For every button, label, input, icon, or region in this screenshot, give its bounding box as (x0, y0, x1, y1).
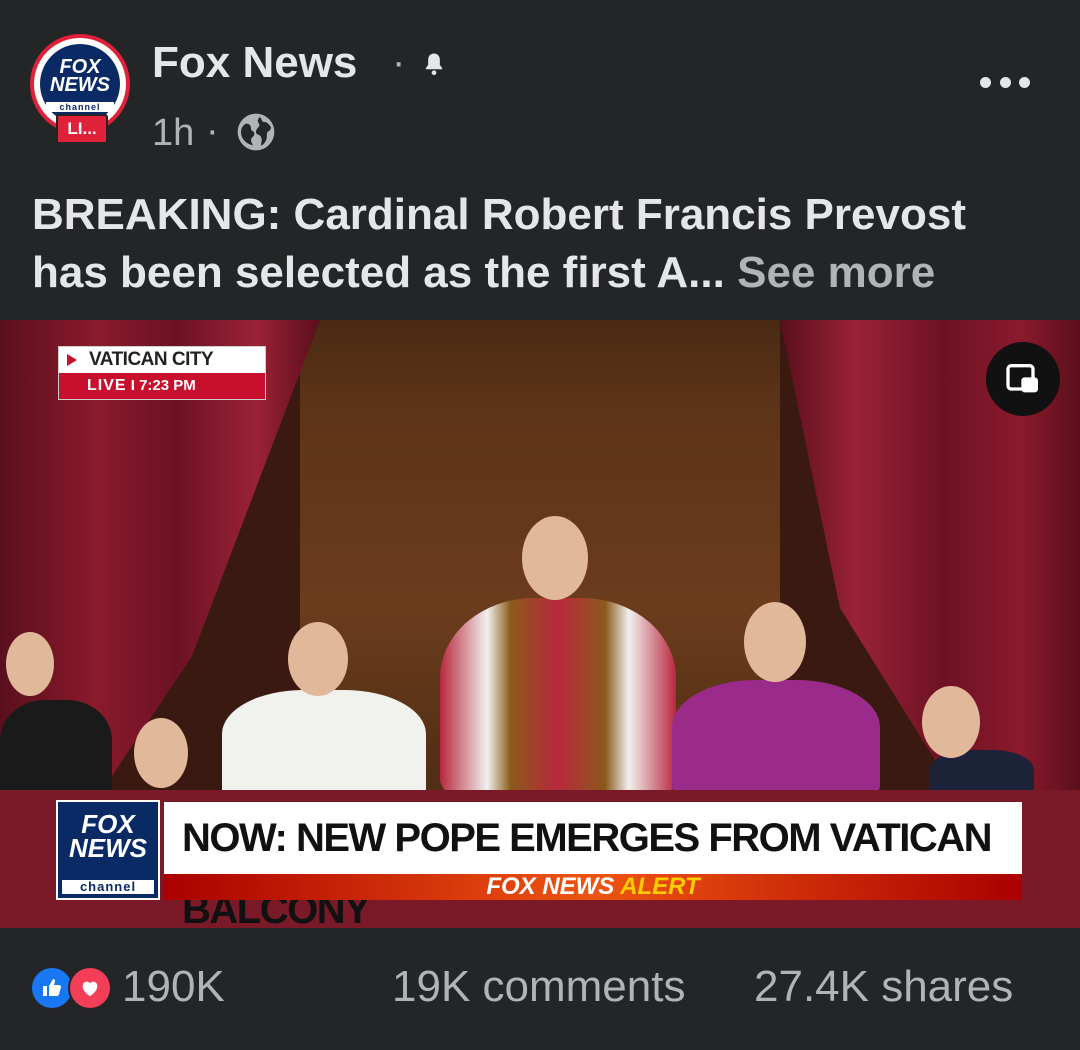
bell-icon[interactable] (420, 50, 448, 78)
photographer (0, 700, 112, 800)
live-badge: LI... (56, 114, 108, 144)
cleric-right-head (744, 602, 806, 682)
dot (980, 76, 991, 88)
more-options-icon[interactable] (980, 62, 1030, 102)
dot (999, 76, 1011, 88)
post-footer: 190K 19K comments 27.4K shares (0, 928, 1080, 1050)
reactions-icons[interactable] (30, 966, 114, 1010)
spectator-head (134, 718, 188, 788)
reactions-count[interactable]: 190K (122, 962, 225, 1012)
pope-head (522, 516, 588, 600)
comments-count[interactable]: 19K comments (392, 962, 685, 1012)
man-right-head (922, 686, 980, 758)
live-label: LIVE (87, 377, 127, 394)
pope (440, 598, 676, 798)
picture-in-picture-button[interactable] (986, 342, 1060, 416)
alert-brand: FOX NEWS (486, 873, 615, 900)
separator-dot: · (392, 40, 406, 84)
globe-icon (237, 113, 275, 151)
cleric-left-head (288, 622, 348, 696)
news-headline: NOW: NEW POPE EMERGES FROM VATICAN BALCO… (164, 802, 1022, 928)
cleric-left (222, 690, 426, 800)
lower-third-logo-text: FOX NEWS (69, 809, 147, 863)
video-player[interactable]: VATICAN CITY LIVE I 7:23 PM FOX NEWS cha… (0, 320, 1080, 928)
location-label: VATICAN CITY (59, 347, 265, 373)
see-more-link[interactable]: See more (737, 248, 935, 297)
avatar-logo-text: FOX NEWS (50, 56, 110, 96)
fox-news-channel-logo: FOX NEWS channel (56, 800, 160, 900)
live-time: 7:23 PM (139, 377, 196, 394)
separator-dot: · (206, 110, 219, 152)
location-live-tag: VATICAN CITY LIVE I 7:23 PM (58, 346, 266, 400)
post-header: FOX NEWS channel LI... Fox News · 1h · B… (0, 0, 1080, 320)
dot (1019, 76, 1030, 88)
alert-word: ALERT (620, 873, 700, 900)
news-alert-bar: FOX NEWS ALERT (164, 874, 1022, 900)
thumbs-up-icon (43, 979, 61, 996)
cleric-right (672, 680, 880, 798)
shares-count[interactable]: 27.4K shares (754, 962, 1013, 1012)
live-divider: I (130, 377, 140, 394)
photographer-head (6, 632, 54, 696)
heart-icon (82, 981, 98, 997)
news-lower-third: FOX NEWS channel NOW: NEW POPE EMERGES F… (56, 800, 1022, 928)
post-time[interactable]: 1h (152, 112, 194, 155)
page-name[interactable]: Fox News (152, 38, 357, 88)
fox-news-logo: FOX NEWS channel (40, 44, 120, 124)
love-reaction-icon (68, 966, 112, 1010)
post-text: BREAKING: Cardinal Robert Francis Prevos… (32, 186, 1052, 302)
avatar-channel-text: channel (46, 102, 114, 112)
lower-third-channel-text: channel (62, 880, 154, 894)
picture-in-picture-icon (1006, 364, 1038, 393)
live-time-bar: LIVE I 7:23 PM (59, 373, 265, 399)
